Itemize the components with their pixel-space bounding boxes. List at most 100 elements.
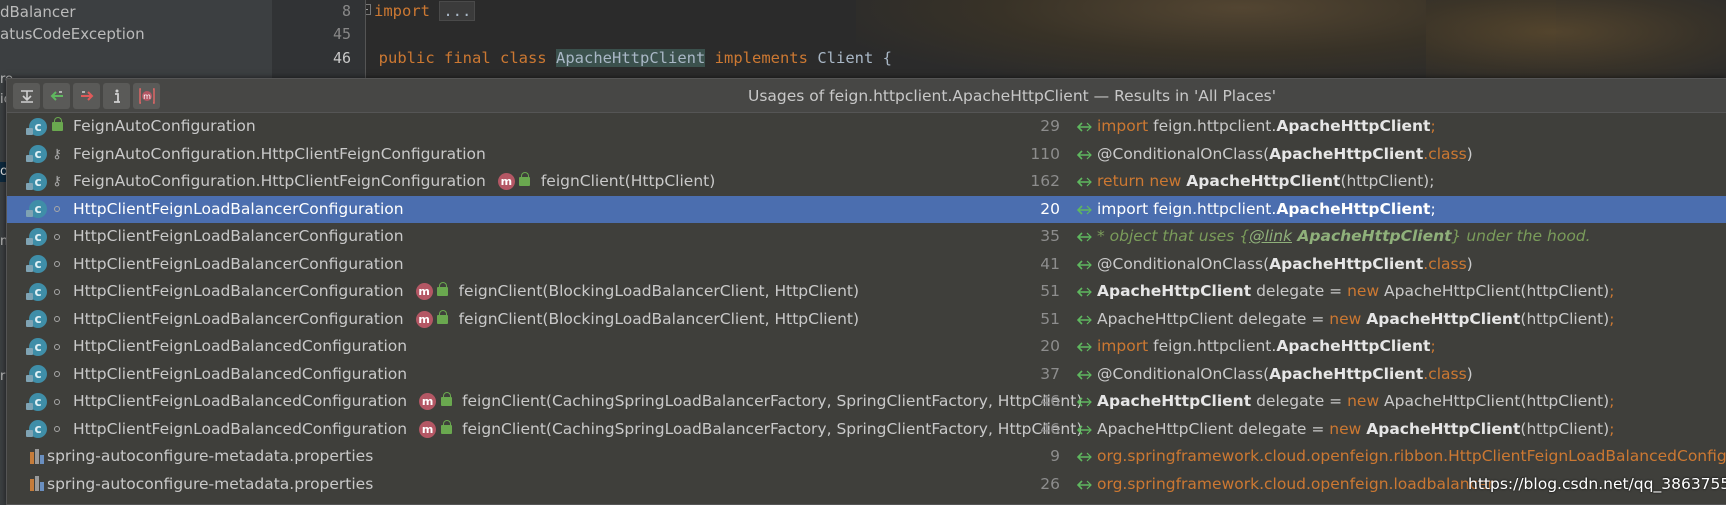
fold-toggle-icon[interactable]: [366, 4, 371, 15]
usage-row[interactable]: c ⚷ FeignAutoConfiguration.HttpClientFeign…: [7, 168, 1726, 196]
previous-occurrence-icon[interactable]: [43, 83, 70, 109]
usage-row[interactable]: c HttpClientFeignLoadBalancerConfiguratio…: [7, 195, 1726, 224]
popup-title: Usages of feign.httpclient.ApacheHttpCli…: [748, 87, 1276, 105]
code-token: ApacheHttpClient: [1097, 282, 1252, 300]
class-icon: c: [26, 255, 47, 274]
code-token: ApacheHttpClient delegate =: [1097, 419, 1330, 438]
class-name[interactable]: ApacheHttpClient: [556, 49, 706, 67]
code-token: new: [1347, 282, 1385, 300]
method-filter-icon[interactable]: m: [133, 83, 160, 109]
usage-class-name: FeignAutoConfiguration.HttpClientFeignCo…: [73, 172, 486, 190]
editor-background-image: [1426, 0, 1726, 80]
usage-row[interactable]: c HttpClientFeignLoadBalancedConfiguratio…: [7, 361, 1726, 389]
usage-row[interactable]: c FeignAutoConfiguration 29 import feign.ht…: [7, 113, 1726, 141]
usage-code-snippet: import feign.httpclient.ApacheHttpClient…: [1097, 196, 1436, 224]
usage-class-name: FeignAutoConfiguration: [73, 117, 256, 135]
usage-location: c ⚷ FeignAutoConfiguration.HttpClientFeign…: [26, 168, 715, 196]
editor-gutter: 8 45 46: [272, 0, 366, 80]
usage-line-number: 35: [1040, 227, 1060, 245]
usage-row[interactable]: c ⚷ FeignAutoConfiguration.HttpClientFeign…: [7, 141, 1726, 169]
usage-location: spring-autoconfigure-metadata.properties: [29, 471, 373, 499]
package-private-icon: [51, 313, 63, 325]
tree-item[interactable]: atusCodeException: [0, 21, 145, 47]
properties-file-icon: [29, 475, 45, 493]
code-token: .class: [1423, 364, 1467, 383]
code-token: import: [1097, 117, 1154, 135]
usage-code-snippet: import feign.httpclient.ApacheHttpClient…: [1097, 113, 1436, 141]
code-token: ;: [1430, 117, 1436, 135]
code-token: new: [1329, 309, 1367, 328]
code-token: @link: [1249, 227, 1292, 245]
code-token: ApacheHttpClient: [1276, 117, 1431, 135]
keyword: implements: [714, 49, 808, 67]
usage-code-snippet: ApacheHttpClient delegate = new ApacheHt…: [1097, 278, 1614, 306]
code-token: ;: [1609, 282, 1615, 300]
code-token: import: [1097, 199, 1154, 218]
usage-location: c ⚷ FeignAutoConfiguration.HttpClientFeign…: [26, 141, 486, 169]
code-token: (httpClient): [1520, 419, 1610, 438]
keyword: import: [374, 2, 430, 20]
package-private-icon: [51, 286, 63, 298]
usage-class-name: HttpClientFeignLoadBalancedConfiguration: [73, 337, 408, 355]
usage-row[interactable]: c HttpClientFeignLoadBalancedConfiguratio…: [7, 388, 1726, 416]
usage-row[interactable]: c HttpClientFeignLoadBalancerConfiguratio…: [7, 278, 1726, 306]
usage-method-name: feignClient(CachingSpringLoadBalancerFac…: [462, 392, 1083, 410]
code-token: @ConditionalOnClass(: [1097, 364, 1270, 383]
usage-row[interactable]: c HttpClientFeignLoadBalancedConfiguratio…: [7, 416, 1726, 444]
usage-row[interactable]: c HttpClientFeignLoadBalancerConfiguratio…: [7, 306, 1726, 334]
usage-method-name: feignClient(BlockingLoadBalancerClient, …: [458, 309, 860, 328]
code-token: @ConditionalOnClass(: [1097, 144, 1270, 163]
usage-code-snippet: import feign.httpclient.ApacheHttpClient…: [1097, 333, 1436, 361]
class-icon: c: [26, 365, 47, 384]
usage-row[interactable]: c HttpClientFeignLoadBalancerConfiguratio…: [7, 251, 1726, 279]
usage-row[interactable]: spring-autoconfigure-metadata.properties…: [7, 443, 1726, 471]
usage-arrow-icon: [1077, 479, 1092, 490]
usage-arrow-icon: [1077, 314, 1092, 325]
code-token: feign.httpclient.: [1153, 199, 1277, 218]
usage-code-snippet: org.springframework.cloud.openfeign.ribb…: [1097, 443, 1726, 471]
code-token: ApacheHttpClient: [1269, 144, 1424, 163]
code-token: (httpClient): [1520, 309, 1610, 328]
class-icon: c: [26, 392, 47, 411]
usage-line-number: 20: [1040, 337, 1060, 355]
usage-line-number: 46: [1040, 419, 1060, 438]
code-token: ApacheHttpClient(httpClient): [1384, 392, 1610, 410]
code-token: } under the hood.: [1451, 227, 1591, 245]
public-lock-icon: [440, 392, 452, 408]
usage-line-number: 20: [1040, 199, 1060, 218]
usage-arrow-icon: [1077, 259, 1092, 270]
usage-arrow-icon: [1077, 149, 1092, 160]
code-token: ): [1466, 254, 1473, 273]
folded-imports[interactable]: ...: [439, 1, 476, 21]
usage-class-name: HttpClientFeignLoadBalancerConfiguration: [73, 282, 404, 300]
usage-location: c HttpClientFeignLoadBalancerConfiguratio…: [26, 196, 404, 224]
usage-class-name: HttpClientFeignLoadBalancerConfiguration: [73, 309, 404, 328]
class-icon: c: [26, 420, 47, 439]
code-token: ApacheHttpClient: [1366, 309, 1521, 328]
method-icon: m: [419, 420, 437, 438]
usage-location: spring-autoconfigure-metadata.properties: [29, 443, 373, 471]
usage-row[interactable]: c HttpClientFeignLoadBalancedConfiguratio…: [7, 333, 1726, 361]
code-editor[interactable]: import ... public final class ApacheHttp…: [366, 0, 1726, 80]
code-line: import ...: [366, 1, 476, 21]
usage-arrow-icon: [1077, 204, 1092, 215]
usage-class-name: FeignAutoConfiguration.HttpClientFeignCo…: [73, 144, 486, 163]
usage-arrow-icon: [1077, 342, 1092, 352]
expand-all-icon[interactable]: [13, 83, 40, 109]
next-occurrence-icon[interactable]: [73, 83, 100, 109]
usage-line-number: 9: [1050, 447, 1060, 465]
package-private-icon: [51, 203, 63, 215]
method-icon: m: [415, 310, 433, 328]
usage-location: c HttpClientFeignLoadBalancerConfiguratio…: [26, 223, 404, 251]
usage-arrow-icon: [1077, 452, 1092, 462]
usage-class-name: HttpClientFeignLoadBalancerConfiguration: [73, 227, 404, 245]
method-icon: m: [419, 393, 437, 411]
usage-arrow-icon: [1077, 397, 1092, 407]
usage-row[interactable]: c HttpClientFeignLoadBalancerConfiguratio…: [7, 223, 1726, 251]
keyword: public final class: [378, 49, 547, 67]
info-icon[interactable]: [103, 83, 130, 109]
usage-line-number: 46: [1040, 392, 1060, 410]
public-lock-icon: [51, 117, 63, 133]
code-token: (httpClient);: [1340, 172, 1435, 190]
public-lock-icon: [519, 172, 531, 188]
